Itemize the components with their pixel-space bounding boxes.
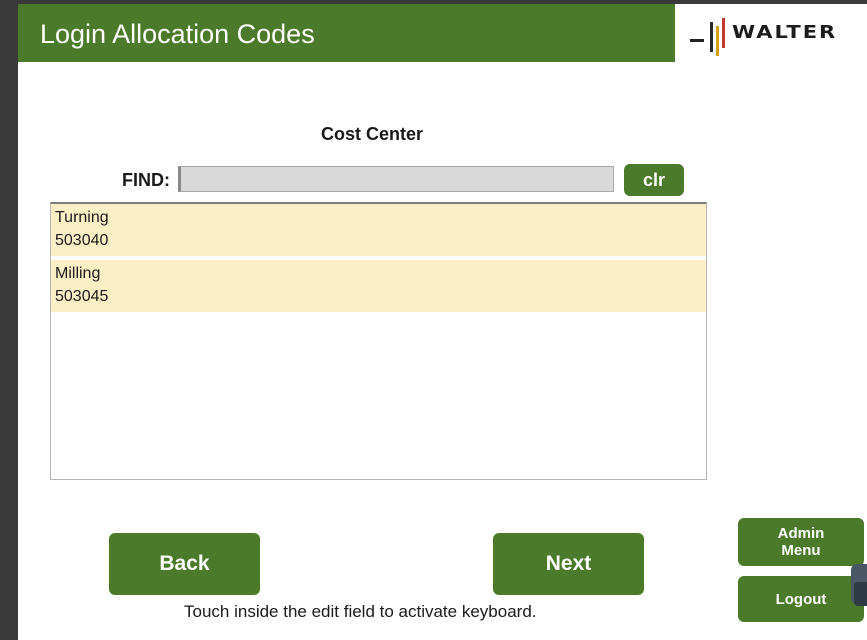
next-button[interactable]: Next — [493, 533, 644, 595]
list-item-code: 503040 — [55, 232, 109, 249]
admin-menu-button[interactable]: Admin Menu — [738, 518, 864, 566]
logout-button[interactable]: Logout — [738, 576, 864, 622]
logo-bar-dark — [710, 22, 713, 52]
logo-dash — [690, 39, 704, 42]
window-frame-left — [0, 0, 18, 640]
admin-menu-label-line2: Menu — [781, 542, 821, 559]
page-title: Login Allocation Codes — [40, 19, 315, 49]
cost-center-list[interactable]: Turning 503040 Milling 503045 — [50, 202, 707, 480]
find-input[interactable] — [178, 166, 614, 192]
list-item[interactable]: Turning 503040 — [51, 204, 706, 256]
logo-bar-red — [722, 18, 725, 48]
clear-button[interactable]: clr — [624, 164, 684, 196]
section-title: Cost Center — [321, 124, 424, 144]
logo-bar-yellow — [716, 26, 719, 56]
back-button[interactable]: Back — [109, 533, 260, 595]
keyboard-hint: Touch inside the edit field to activate … — [184, 602, 537, 621]
admin-menu-label-line1: Admin — [777, 525, 825, 542]
header-bar: Login Allocation Codes — [18, 4, 675, 62]
app-screen: Login Allocation Codes WALTER Cost Cente… — [18, 4, 867, 640]
list-item-code: 503045 — [55, 288, 109, 305]
list-item-name: Milling — [55, 265, 101, 282]
walter-logo: WALTER — [690, 18, 860, 56]
list-item[interactable]: Milling 503045 — [51, 260, 706, 312]
side-panel-tab-shade — [854, 582, 867, 606]
find-label: FIND: — [122, 170, 170, 190]
list-item-name: Turning — [55, 209, 109, 226]
logo-text: WALTER — [732, 22, 838, 43]
